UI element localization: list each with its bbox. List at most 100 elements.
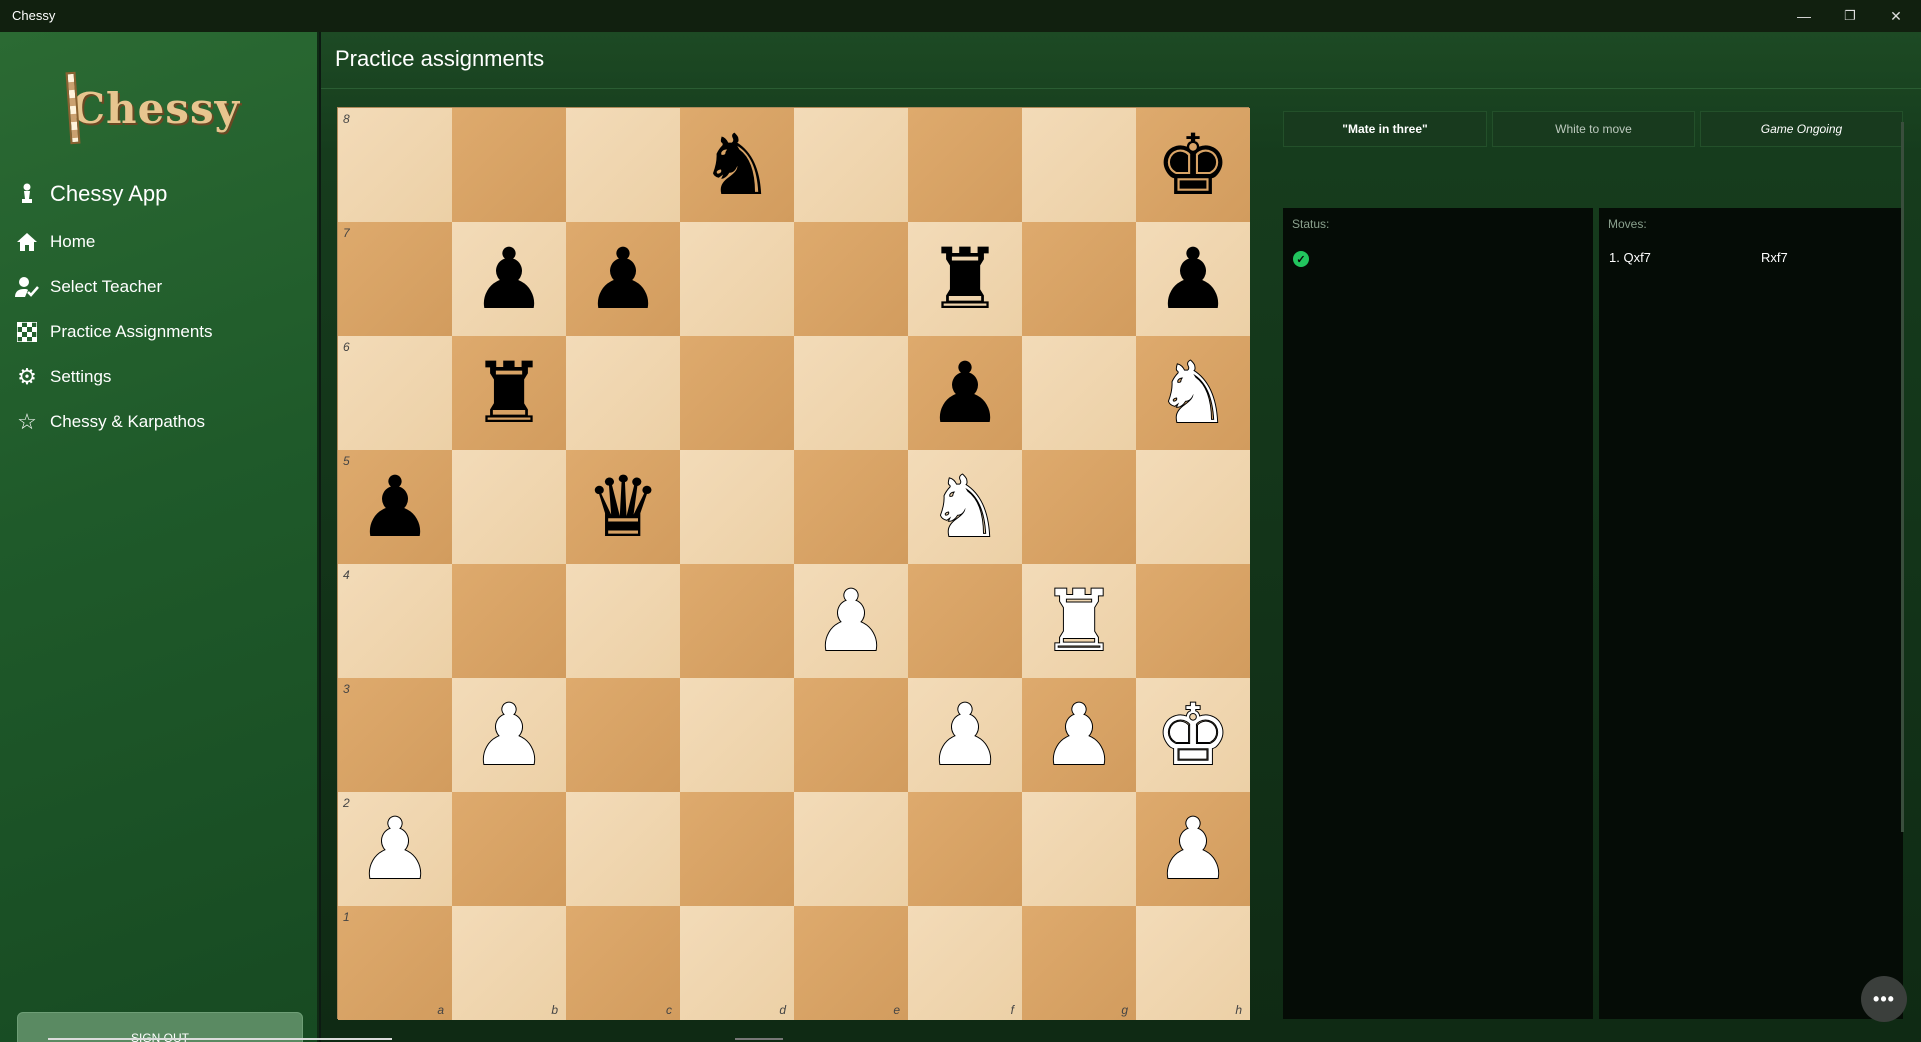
square-g7[interactable] <box>1022 222 1136 336</box>
square-g2[interactable] <box>1022 792 1136 906</box>
tab-game-status[interactable]: Game Ongoing <box>1700 111 1903 147</box>
square-g6[interactable] <box>1022 336 1136 450</box>
square-b2[interactable] <box>452 792 566 906</box>
restore-button[interactable]: ❐ <box>1827 0 1873 32</box>
square-b7[interactable]: ♟ <box>452 222 566 336</box>
black-king-icon[interactable]: ♚ <box>1155 123 1230 207</box>
square-f3[interactable]: ♟ <box>908 678 1022 792</box>
square-d2[interactable] <box>680 792 794 906</box>
sidebar-item-chessy-app[interactable]: Chessy App <box>14 176 304 212</box>
square-f8[interactable] <box>908 108 1022 222</box>
black-pawn-icon[interactable]: ♟ <box>927 351 1002 435</box>
square-d8[interactable]: ♞ <box>680 108 794 222</box>
square-c6[interactable] <box>566 336 680 450</box>
square-f7[interactable]: ♜ <box>908 222 1022 336</box>
chess-board[interactable]: 8 ♞ ♚ 7 ♟ ♟ ♜ ♟ 6 ♜ ♟ ♞ 5 ♟ ♛ ♞ 4 ♟ ♜ 3 ♟ ♟ ♟ ♚ 2 ♟ ♟ 1 a b c d e f g h <box>337 107 1250 1020</box>
move-black[interactable]: Rxf7 <box>1761 250 1788 265</box>
square-h1[interactable]: h <box>1136 906 1250 1020</box>
square-f6[interactable]: ♟ <box>908 336 1022 450</box>
black-queen-icon[interactable]: ♛ <box>585 465 660 549</box>
tab-turn[interactable]: White to move <box>1492 111 1695 147</box>
tab-puzzle-title[interactable]: "Mate in three" <box>1283 111 1487 147</box>
square-e1[interactable]: e <box>794 906 908 1020</box>
square-d3[interactable] <box>680 678 794 792</box>
square-c1[interactable]: c <box>566 906 680 1020</box>
square-a1[interactable]: 1a <box>338 906 452 1020</box>
square-g1[interactable]: g <box>1022 906 1136 1020</box>
square-e3[interactable] <box>794 678 908 792</box>
square-h8[interactable]: ♚ <box>1136 108 1250 222</box>
square-a5[interactable]: 5 ♟ <box>338 450 452 564</box>
square-d5[interactable] <box>680 450 794 564</box>
square-e7[interactable] <box>794 222 908 336</box>
square-f4[interactable] <box>908 564 1022 678</box>
square-d4[interactable] <box>680 564 794 678</box>
square-g8[interactable] <box>1022 108 1136 222</box>
white-pawn-icon[interactable]: ♟ <box>1040 692 1117 778</box>
more-options-button[interactable]: ••• <box>1861 976 1907 1022</box>
black-rook-icon[interactable]: ♜ <box>471 351 546 435</box>
square-c2[interactable] <box>566 792 680 906</box>
square-b5[interactable] <box>452 450 566 564</box>
square-g4[interactable]: ♜ <box>1022 564 1136 678</box>
square-e2[interactable] <box>794 792 908 906</box>
black-pawn-icon[interactable]: ♟ <box>357 465 432 549</box>
square-a7[interactable]: 7 <box>338 222 452 336</box>
square-d7[interactable] <box>680 222 794 336</box>
square-h7[interactable]: ♟ <box>1136 222 1250 336</box>
black-rook-icon[interactable]: ♜ <box>927 237 1002 321</box>
square-g5[interactable] <box>1022 450 1136 564</box>
white-pawn-icon[interactable]: ♟ <box>1154 806 1231 892</box>
square-h2[interactable]: ♟ <box>1136 792 1250 906</box>
black-pawn-icon[interactable]: ♟ <box>471 237 546 321</box>
square-h6[interactable]: ♞ <box>1136 336 1250 450</box>
white-pawn-icon[interactable]: ♟ <box>812 578 889 664</box>
square-g3[interactable]: ♟ <box>1022 678 1136 792</box>
square-e6[interactable] <box>794 336 908 450</box>
sidebar-item-home[interactable]: Home <box>14 224 304 260</box>
square-c3[interactable] <box>566 678 680 792</box>
sidebar-item-chessy-karpathos[interactable]: ☆ Chessy & Karpathos <box>14 404 304 440</box>
square-c7[interactable]: ♟ <box>566 222 680 336</box>
square-b8[interactable] <box>452 108 566 222</box>
square-d1[interactable]: d <box>680 906 794 1020</box>
white-pawn-icon[interactable]: ♟ <box>470 692 547 778</box>
square-c8[interactable] <box>566 108 680 222</box>
white-king-icon[interactable]: ♚ <box>1154 692 1231 778</box>
square-b4[interactable] <box>452 564 566 678</box>
square-c5[interactable]: ♛ <box>566 450 680 564</box>
square-a2[interactable]: 2 ♟ <box>338 792 452 906</box>
white-knight-icon[interactable]: ♞ <box>926 464 1003 550</box>
white-rook-icon[interactable]: ♜ <box>1040 578 1117 664</box>
black-knight-icon[interactable]: ♞ <box>699 123 774 207</box>
sidebar-item-select-teacher[interactable]: Select Teacher <box>14 269 304 305</box>
square-e4[interactable]: ♟ <box>794 564 908 678</box>
square-c4[interactable] <box>566 564 680 678</box>
close-button[interactable]: ✕ <box>1873 0 1919 32</box>
square-f2[interactable] <box>908 792 1022 906</box>
white-pawn-icon[interactable]: ♟ <box>356 806 433 892</box>
square-e5[interactable] <box>794 450 908 564</box>
square-a6[interactable]: 6 <box>338 336 452 450</box>
square-a4[interactable]: 4 <box>338 564 452 678</box>
square-f1[interactable]: f <box>908 906 1022 1020</box>
square-h5[interactable] <box>1136 450 1250 564</box>
square-d6[interactable] <box>680 336 794 450</box>
square-f5[interactable]: ♞ <box>908 450 1022 564</box>
square-e8[interactable] <box>794 108 908 222</box>
black-pawn-icon[interactable]: ♟ <box>1155 237 1230 321</box>
square-a3[interactable]: 3 <box>338 678 452 792</box>
white-knight-icon[interactable]: ♞ <box>1154 350 1231 436</box>
square-h3[interactable]: ♚ <box>1136 678 1250 792</box>
square-b3[interactable]: ♟ <box>452 678 566 792</box>
scrollbar[interactable] <box>1901 122 1904 832</box>
square-h4[interactable] <box>1136 564 1250 678</box>
minimize-button[interactable]: — <box>1781 0 1827 32</box>
white-pawn-icon[interactable]: ♟ <box>926 692 1003 778</box>
black-pawn-icon[interactable]: ♟ <box>585 237 660 321</box>
move-white[interactable]: 1. Qxf7 <box>1609 250 1651 265</box>
square-b6[interactable]: ♜ <box>452 336 566 450</box>
square-a8[interactable]: 8 <box>338 108 452 222</box>
sidebar-item-settings[interactable]: ⚙ Settings <box>14 359 304 395</box>
sidebar-item-practice-assignments[interactable]: Practice Assignments <box>14 314 304 350</box>
